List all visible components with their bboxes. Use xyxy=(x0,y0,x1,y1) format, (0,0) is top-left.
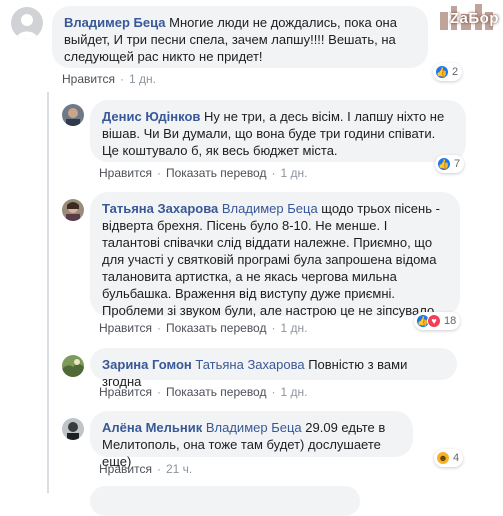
comment-timestamp[interactable]: 21 ч. xyxy=(166,462,192,476)
mention-link[interactable]: Владимер Беца xyxy=(206,420,302,435)
comment-actions: Нравится · Показать перевод · 1 дн. xyxy=(99,321,307,335)
like-link[interactable]: Нравится xyxy=(62,72,115,86)
comment-timestamp[interactable]: 1 дн. xyxy=(280,321,307,335)
reaction-summary[interactable]: 👍 ♥ 18 xyxy=(414,312,461,330)
reaction-count: 7 xyxy=(454,158,461,170)
reaction-summary[interactable]: 👍 7 xyxy=(435,155,465,173)
comment-timestamp[interactable]: 1 дн. xyxy=(280,166,307,180)
comment-bubble xyxy=(90,486,360,516)
comment-author[interactable]: Владимер Беца xyxy=(64,15,165,30)
comment-actions: Нравится · Показать перевод · 1 дн. xyxy=(99,385,307,399)
avatar[interactable] xyxy=(11,7,43,39)
separator: · xyxy=(156,462,161,476)
avatar[interactable] xyxy=(62,418,84,440)
separator: · xyxy=(156,385,161,399)
avatar[interactable] xyxy=(62,199,84,221)
separator: · xyxy=(271,166,276,180)
like-link[interactable]: Нравится xyxy=(99,166,152,180)
show-translation-link[interactable]: Показать перевод xyxy=(166,321,267,335)
comment-bubble: Денис Юдінков Ну не три, а десь вісім. І… xyxy=(90,100,466,162)
reaction-summary[interactable]: 👍 2 xyxy=(433,63,463,81)
mention-link[interactable]: Татьяна Захарова xyxy=(195,357,304,372)
comment-timestamp[interactable]: 1 дн. xyxy=(280,385,307,399)
avatar[interactable] xyxy=(62,355,84,377)
show-translation-link[interactable]: Показать перевод xyxy=(166,385,267,399)
reaction-count: 18 xyxy=(444,315,457,327)
separator: · xyxy=(271,321,276,335)
comment-text: щодо трьох пісень - відверта брехня. Піс… xyxy=(102,201,440,318)
thumbs-up-icon: 👍 xyxy=(437,157,451,171)
comment-author[interactable]: Алёна Мельник xyxy=(102,420,202,435)
separator: · xyxy=(271,385,276,399)
comment-bubble: Зарина Гомон Татьяна Захарова Повністю з… xyxy=(90,348,457,389)
thread-line xyxy=(47,92,49,493)
mention-link[interactable]: Владимер Беца xyxy=(222,201,318,216)
separator: · xyxy=(156,166,161,180)
like-link[interactable]: Нравится xyxy=(99,385,152,399)
comment-author[interactable]: Татьяна Захарова xyxy=(102,201,218,216)
comment-bubble: Татьяна Захарова Владимер Беца щодо трьо… xyxy=(90,192,460,318)
comment-bubble: Владимер Беца Многие люди не дождались, … xyxy=(52,6,428,68)
comment-timestamp[interactable]: 1 дн. xyxy=(129,72,156,86)
like-link[interactable]: Нравится xyxy=(99,462,152,476)
comment-actions: Нравится · 21 ч. xyxy=(99,462,192,476)
heart-icon: ♥ xyxy=(427,314,441,328)
comment-author[interactable]: Зарина Гомон xyxy=(102,357,192,372)
thumbs-up-icon: 👍 xyxy=(435,65,449,79)
site-watermark: ZаБор xyxy=(449,10,499,27)
separator: · xyxy=(119,72,124,86)
separator: · xyxy=(156,321,161,335)
show-translation-link[interactable]: Показать перевод xyxy=(166,166,267,180)
comment-actions: Нравится · 1 дн. xyxy=(62,72,156,86)
reaction-count: 4 xyxy=(453,452,460,464)
comment-author[interactable]: Денис Юдінков xyxy=(102,109,200,124)
reaction-count: 2 xyxy=(452,66,459,78)
comment-bubble: Алёна Мельник Владимер Беца 29.09 едьте … xyxy=(90,411,413,469)
avatar[interactable] xyxy=(62,104,84,126)
like-link[interactable]: Нравится xyxy=(99,321,152,335)
comment-actions: Нравится · Показать перевод · 1 дн. xyxy=(99,166,307,180)
reaction-summary[interactable]: ☻ 4 xyxy=(434,449,464,467)
laughing-face-icon: ☻ xyxy=(436,451,450,465)
